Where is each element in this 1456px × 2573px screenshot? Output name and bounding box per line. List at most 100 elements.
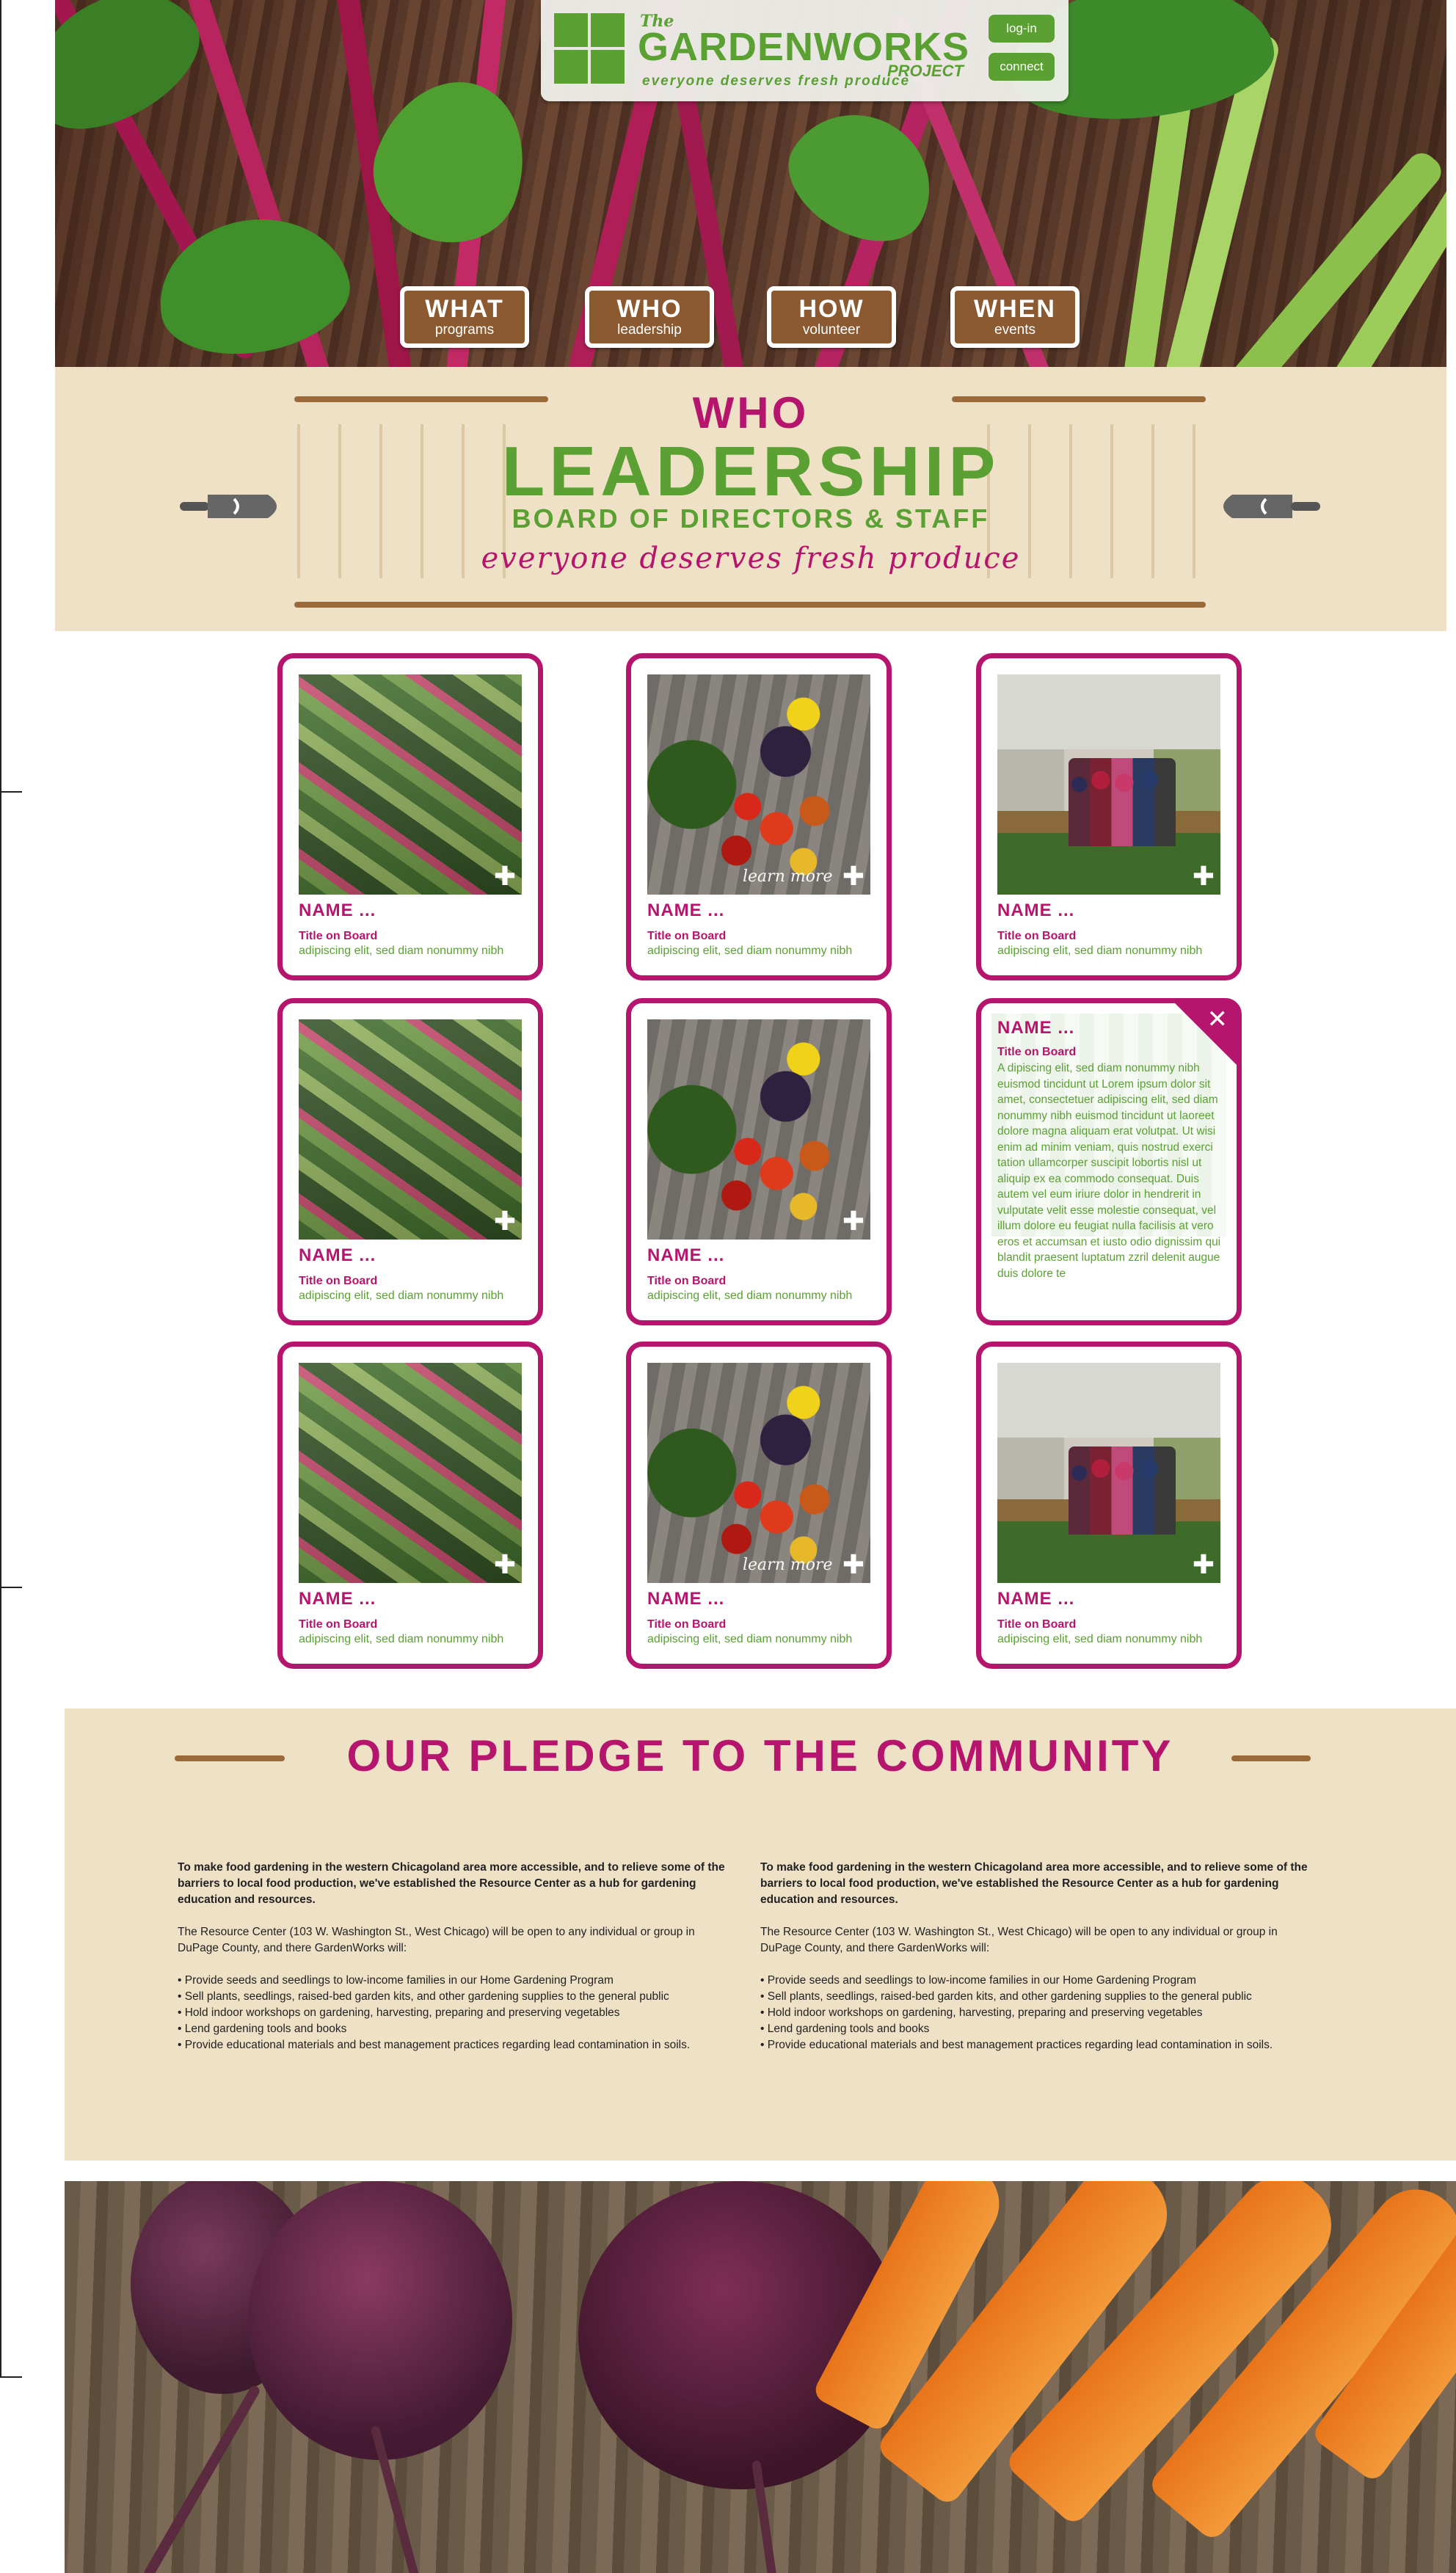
leader-card[interactable]: learn more ✚ NAME ... Title on Board adi… bbox=[626, 653, 892, 980]
leader-name: NAME ... bbox=[647, 900, 725, 920]
leader-name: NAME ... bbox=[647, 1589, 725, 1609]
pledge-item: Provide educational materials and best m… bbox=[178, 2037, 739, 2053]
pledge-intro: The Resource Center (103 W. Washington S… bbox=[760, 1926, 1278, 1954]
pledge-item: Provide seeds and seedlings to low-incom… bbox=[760, 1973, 1322, 1989]
site-logo[interactable]: The GARDENWORKS PROJECT everyone deserve… bbox=[541, 0, 1069, 101]
leader-title: Title on Board bbox=[997, 930, 1077, 942]
nav-what-title: WHAT bbox=[425, 295, 504, 323]
leader-card[interactable]: ✚ NAME ... Title on Board adipiscing eli… bbox=[976, 653, 1242, 980]
nav-who-subtitle: leadership bbox=[617, 322, 682, 338]
plus-icon[interactable]: ✚ bbox=[842, 1209, 864, 1235]
leader-card[interactable]: learn more ✚ NAME ... Title on Board adi… bbox=[626, 1342, 892, 1669]
plus-icon[interactable]: ✚ bbox=[842, 864, 864, 890]
nav-when-subtitle: events bbox=[994, 322, 1035, 338]
leader-photo: ✚ bbox=[299, 674, 522, 895]
pledge-item: Provide seeds and seedlings to low-incom… bbox=[178, 1973, 739, 1989]
trowel-icon bbox=[180, 495, 277, 518]
pledge-item: Lend gardening tools and books bbox=[760, 2021, 1322, 2037]
leader-blurb: adipiscing elit, sed diam nonummy nibh bbox=[997, 945, 1203, 957]
nav-how[interactable]: HOW volunteer bbox=[767, 286, 896, 348]
leader-title: Title on Board bbox=[299, 1618, 378, 1631]
leader-name: NAME ... bbox=[997, 900, 1075, 920]
nav-who-title: WHO bbox=[616, 295, 682, 323]
learn-more-overlay[interactable]: learn more bbox=[743, 1556, 833, 1574]
learn-more-overlay[interactable]: learn more bbox=[743, 867, 833, 886]
leader-title: Title on Board bbox=[299, 1275, 378, 1287]
plus-icon[interactable]: ✚ bbox=[494, 1552, 516, 1579]
leader-title: Title on Board bbox=[997, 1618, 1077, 1631]
close-icon[interactable]: ✕ bbox=[1207, 1005, 1228, 1034]
nav-when-title: WHEN bbox=[974, 295, 1056, 323]
leader-blurb: adipiscing elit, sed diam nonummy nibh bbox=[299, 1633, 504, 1645]
leader-title: Title on Board bbox=[647, 1275, 727, 1287]
leader-bio: A dipiscing elit, sed diam nonummy nibh … bbox=[997, 1062, 1221, 1280]
hero-image: The GARDENWORKS PROJECT everyone deserve… bbox=[55, 0, 1446, 367]
leader-name: NAME ... bbox=[997, 1018, 1075, 1038]
nav-when[interactable]: WHEN events bbox=[950, 286, 1080, 348]
pledge-column: To make food gardening in the western Ch… bbox=[178, 1860, 739, 2053]
connect-button[interactable]: connect bbox=[989, 53, 1055, 81]
leader-title: Title on Board bbox=[647, 930, 727, 942]
leader-card[interactable]: ✚ NAME ... Title on Board adipiscing eli… bbox=[277, 653, 543, 980]
leader-card-expanded[interactable]: ✕ NAME ... Title on Board A dipiscing el… bbox=[976, 998, 1242, 1325]
pledge-item: Sell plants, seedlings, raised-bed garde… bbox=[760, 1989, 1322, 2005]
nav-who[interactable]: WHO leadership bbox=[585, 286, 714, 348]
footer-image bbox=[65, 2181, 1456, 2573]
plus-icon[interactable]: ✚ bbox=[842, 1552, 864, 1579]
trowel-icon bbox=[1223, 495, 1320, 518]
leader-title: Title on Board bbox=[299, 930, 378, 942]
leader-photo: learn more ✚ bbox=[647, 1363, 870, 1583]
leader-blurb: adipiscing elit, sed diam nonummy nibh bbox=[647, 1289, 853, 1302]
pledge-lead: To make food gardening in the western Ch… bbox=[178, 1861, 725, 1906]
banner-kicker: WHO bbox=[692, 388, 809, 437]
gutter-tick bbox=[0, 1587, 22, 1588]
login-button[interactable]: log-in bbox=[989, 15, 1055, 43]
leader-card[interactable]: ✚ NAME ... Title on Board adipiscing eli… bbox=[626, 998, 892, 1325]
leader-blurb: adipiscing elit, sed diam nonummy nibh bbox=[997, 1633, 1203, 1645]
plus-icon[interactable]: ✚ bbox=[1193, 864, 1215, 890]
pledge-item: Hold indoor workshops on gardening, harv… bbox=[178, 2005, 739, 2021]
leader-blurb: adipiscing elit, sed diam nonummy nibh bbox=[299, 1289, 504, 1302]
leader-photo: ✚ bbox=[997, 674, 1220, 895]
nav-what[interactable]: WHAT programs bbox=[400, 286, 529, 348]
leader-name: NAME ... bbox=[299, 1245, 376, 1265]
logo-mark-icon bbox=[554, 13, 625, 84]
page-gutter-line bbox=[0, 0, 1, 2378]
pledge-item: Provide educational materials and best m… bbox=[760, 2037, 1322, 2053]
leader-name: NAME ... bbox=[647, 1245, 725, 1265]
pledge-title: OUR PLEDGE TO THE COMMUNITY bbox=[346, 1731, 1174, 1780]
pledge-section: OUR PLEDGE TO THE COMMUNITY To make food… bbox=[65, 1708, 1456, 2161]
leader-title: Title on Board bbox=[997, 1046, 1077, 1058]
close-tab[interactable] bbox=[1174, 1002, 1237, 1066]
leader-photo: ✚ bbox=[299, 1363, 522, 1583]
leader-name: NAME ... bbox=[997, 1589, 1075, 1609]
pledge-item: Hold indoor workshops on gardening, harv… bbox=[760, 2005, 1322, 2021]
leader-blurb: adipiscing elit, sed diam nonummy nibh bbox=[647, 945, 853, 957]
leader-card[interactable]: ✚ NAME ... Title on Board adipiscing eli… bbox=[976, 1342, 1242, 1669]
plus-icon[interactable]: ✚ bbox=[494, 864, 516, 890]
leader-name: NAME ... bbox=[299, 1589, 376, 1609]
pledge-list: Provide seeds and seedlings to low-incom… bbox=[178, 1973, 739, 2053]
pledge-item: Sell plants, seedlings, raised-bed garde… bbox=[178, 1989, 739, 2005]
leader-name: NAME ... bbox=[299, 900, 376, 920]
leader-photo: ✚ bbox=[997, 1363, 1220, 1583]
leader-title: Title on Board bbox=[647, 1618, 727, 1631]
pledge-item: Lend gardening tools and books bbox=[178, 2021, 739, 2037]
pledge-list: Provide seeds and seedlings to low-incom… bbox=[760, 1973, 1322, 2053]
leader-photo: ✚ bbox=[299, 1019, 522, 1240]
nav-how-subtitle: volunteer bbox=[802, 322, 861, 338]
leader-card[interactable]: ✚ NAME ... Title on Board adipiscing eli… bbox=[277, 1342, 543, 1669]
leader-blurb: adipiscing elit, sed diam nonummy nibh bbox=[299, 945, 504, 957]
pledge-lead: To make food gardening in the western Ch… bbox=[760, 1861, 1308, 1906]
leader-card[interactable]: ✚ NAME ... Title on Board adipiscing eli… bbox=[277, 998, 543, 1325]
pledge-intro: The Resource Center (103 W. Washington S… bbox=[178, 1926, 695, 1954]
banner-divider bbox=[294, 602, 1206, 608]
leader-photo: ✚ bbox=[647, 1019, 870, 1240]
leader-blurb: adipiscing elit, sed diam nonummy nibh bbox=[647, 1633, 853, 1645]
plus-icon[interactable]: ✚ bbox=[494, 1209, 516, 1235]
nav-what-subtitle: programs bbox=[434, 322, 495, 338]
nav-how-title: HOW bbox=[798, 295, 864, 323]
gutter-tick bbox=[0, 791, 22, 793]
plus-icon[interactable]: ✚ bbox=[1193, 1552, 1215, 1579]
gutter-tick bbox=[0, 2376, 22, 2378]
